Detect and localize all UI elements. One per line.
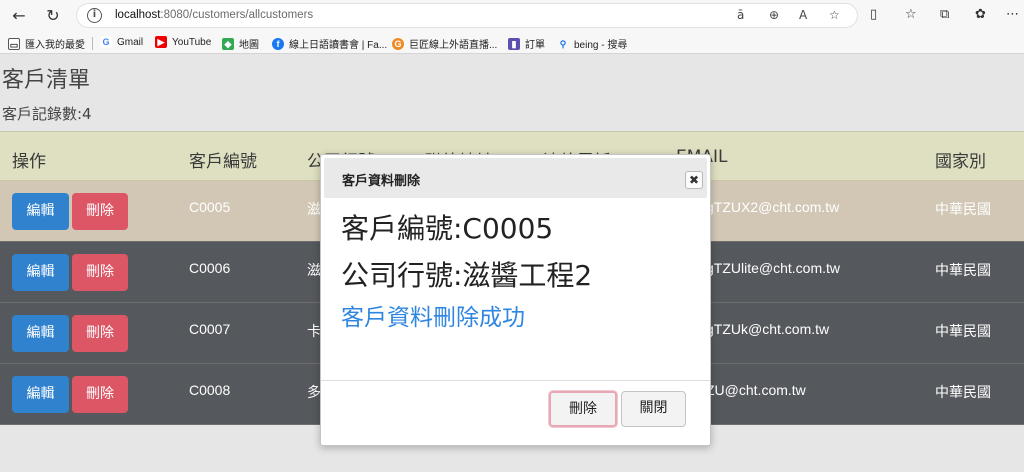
bookmark-orders[interactable]: ▮ 訂單 <box>508 36 545 51</box>
record-count: 客戶記錄數:4 <box>2 105 92 123</box>
orange-g-icon: G <box>392 37 404 50</box>
youtube-icon: ▶ <box>155 36 167 48</box>
cell-email: gTZUlite@cht.com.tw <box>706 260 841 276</box>
cell-country: 中華民國 <box>935 384 991 400</box>
cell-company: 滋 <box>307 262 321 278</box>
cell-country: 中華民國 <box>935 323 991 339</box>
cell-company: 多 <box>307 384 321 400</box>
dialog-customer-id: 客戶編號:C0005 <box>341 212 554 245</box>
dialog-divider <box>321 380 710 381</box>
url-text[interactable]: localhost:8080/customers/allcustomers <box>115 9 313 21</box>
dialog-header: 客戶資料刪除 ✖ <box>324 158 707 198</box>
read-aloud-icon[interactable]: ā <box>737 8 744 22</box>
header-country: 國家別 <box>935 152 986 172</box>
dialog-delete-button[interactable]: 刪除 <box>549 391 617 427</box>
header-actions: 操作 <box>12 152 46 172</box>
folder-icon: ▭ <box>8 37 20 50</box>
bookmarks-bar: ▭ 匯入我的最愛 G Gmail ▶ YouTube ◆ 地圖 f 線上日語讀書… <box>0 32 1024 54</box>
dialog-company: 公司行號:滋醬工程2 <box>341 259 593 292</box>
more-menu-icon[interactable]: ⋯ <box>1006 7 1019 22</box>
page-title: 客戶清單 <box>2 68 91 93</box>
refresh-icon[interactable]: ↻ <box>42 5 64 27</box>
cell-customer-id: C0005 <box>189 199 231 215</box>
bookmark-maps[interactable]: ◆ 地圖 <box>222 36 259 51</box>
maps-icon: ◆ <box>222 37 234 50</box>
delete-button[interactable]: 刪除 <box>72 254 128 291</box>
search-icon: ⚲ <box>559 38 567 49</box>
bookmark-youtube[interactable]: ▶ YouTube <box>155 36 211 48</box>
edit-button[interactable]: 編輯 <box>12 315 69 352</box>
bookmark-gmail[interactable]: G Gmail <box>100 36 143 48</box>
bookmark-divider <box>92 37 93 50</box>
cell-email: gTZUX2@cht.com.tw <box>706 199 840 215</box>
text-size-icon[interactable]: A <box>799 8 807 22</box>
cell-customer-id: C0007 <box>189 321 231 337</box>
browser-toolbar: ← ↻ i localhost:8080/customers/allcustom… <box>0 0 1024 32</box>
address-bar[interactable]: i localhost:8080/customers/allcustomers … <box>76 3 858 28</box>
bookmark-language-live[interactable]: G 巨匠線上外語直播... <box>392 36 497 51</box>
cell-customer-id: C0006 <box>189 260 231 276</box>
delete-button[interactable]: 刪除 <box>72 193 128 230</box>
cell-company: 卡 <box>307 323 321 339</box>
cell-country: 中華民國 <box>935 262 991 278</box>
bookmark-import-favorites[interactable]: ▭ 匯入我的最愛 <box>8 36 85 51</box>
close-icon[interactable]: ✖ <box>685 171 703 189</box>
cell-customer-id: C0008 <box>189 382 231 398</box>
edit-button[interactable]: 編輯 <box>12 254 69 291</box>
site-info-icon[interactable]: i <box>87 8 102 23</box>
edit-button[interactable]: 編輯 <box>12 193 69 230</box>
collections-icon[interactable]: ⧉ <box>940 7 949 22</box>
zoom-icon[interactable]: ⊕ <box>769 8 779 22</box>
split-screen-icon[interactable]: ▯ <box>870 7 877 22</box>
bookmark-being-search[interactable]: ⚲ being - 搜尋 <box>557 36 628 52</box>
header-customer-id: 客戶編號 <box>189 152 257 172</box>
delete-confirm-dialog: 客戶資料刪除 ✖ 客戶編號:C0005 公司行號:滋醬工程2 客戶資料刪除成功 … <box>320 154 711 446</box>
back-icon[interactable]: ← <box>8 5 30 27</box>
bookmark-japanese-study[interactable]: f 線上日語讀書會 | Fa... <box>272 36 387 51</box>
dialog-success-message: 客戶資料刪除成功 <box>341 305 525 331</box>
cell-country: 中華民國 <box>935 201 991 217</box>
book-icon: ▮ <box>508 37 520 50</box>
dialog-title: 客戶資料刪除 <box>342 174 421 189</box>
delete-button[interactable]: 刪除 <box>72 315 128 352</box>
facebook-icon: f <box>272 37 284 50</box>
edit-button[interactable]: 編輯 <box>12 376 69 413</box>
favorite-star-icon[interactable]: ☆ <box>829 8 840 22</box>
cell-email: gTZUk@cht.com.tw <box>706 321 830 337</box>
cell-company: 滋 <box>307 201 321 217</box>
extensions-icon[interactable]: ✿ <box>975 7 986 22</box>
delete-button[interactable]: 刪除 <box>72 376 128 413</box>
dialog-close-button[interactable]: 關閉 <box>621 391 686 427</box>
google-icon: G <box>100 36 112 48</box>
favorites-icon[interactable]: ☆ <box>905 7 917 22</box>
cell-email: ZU@cht.com.tw <box>706 382 806 398</box>
